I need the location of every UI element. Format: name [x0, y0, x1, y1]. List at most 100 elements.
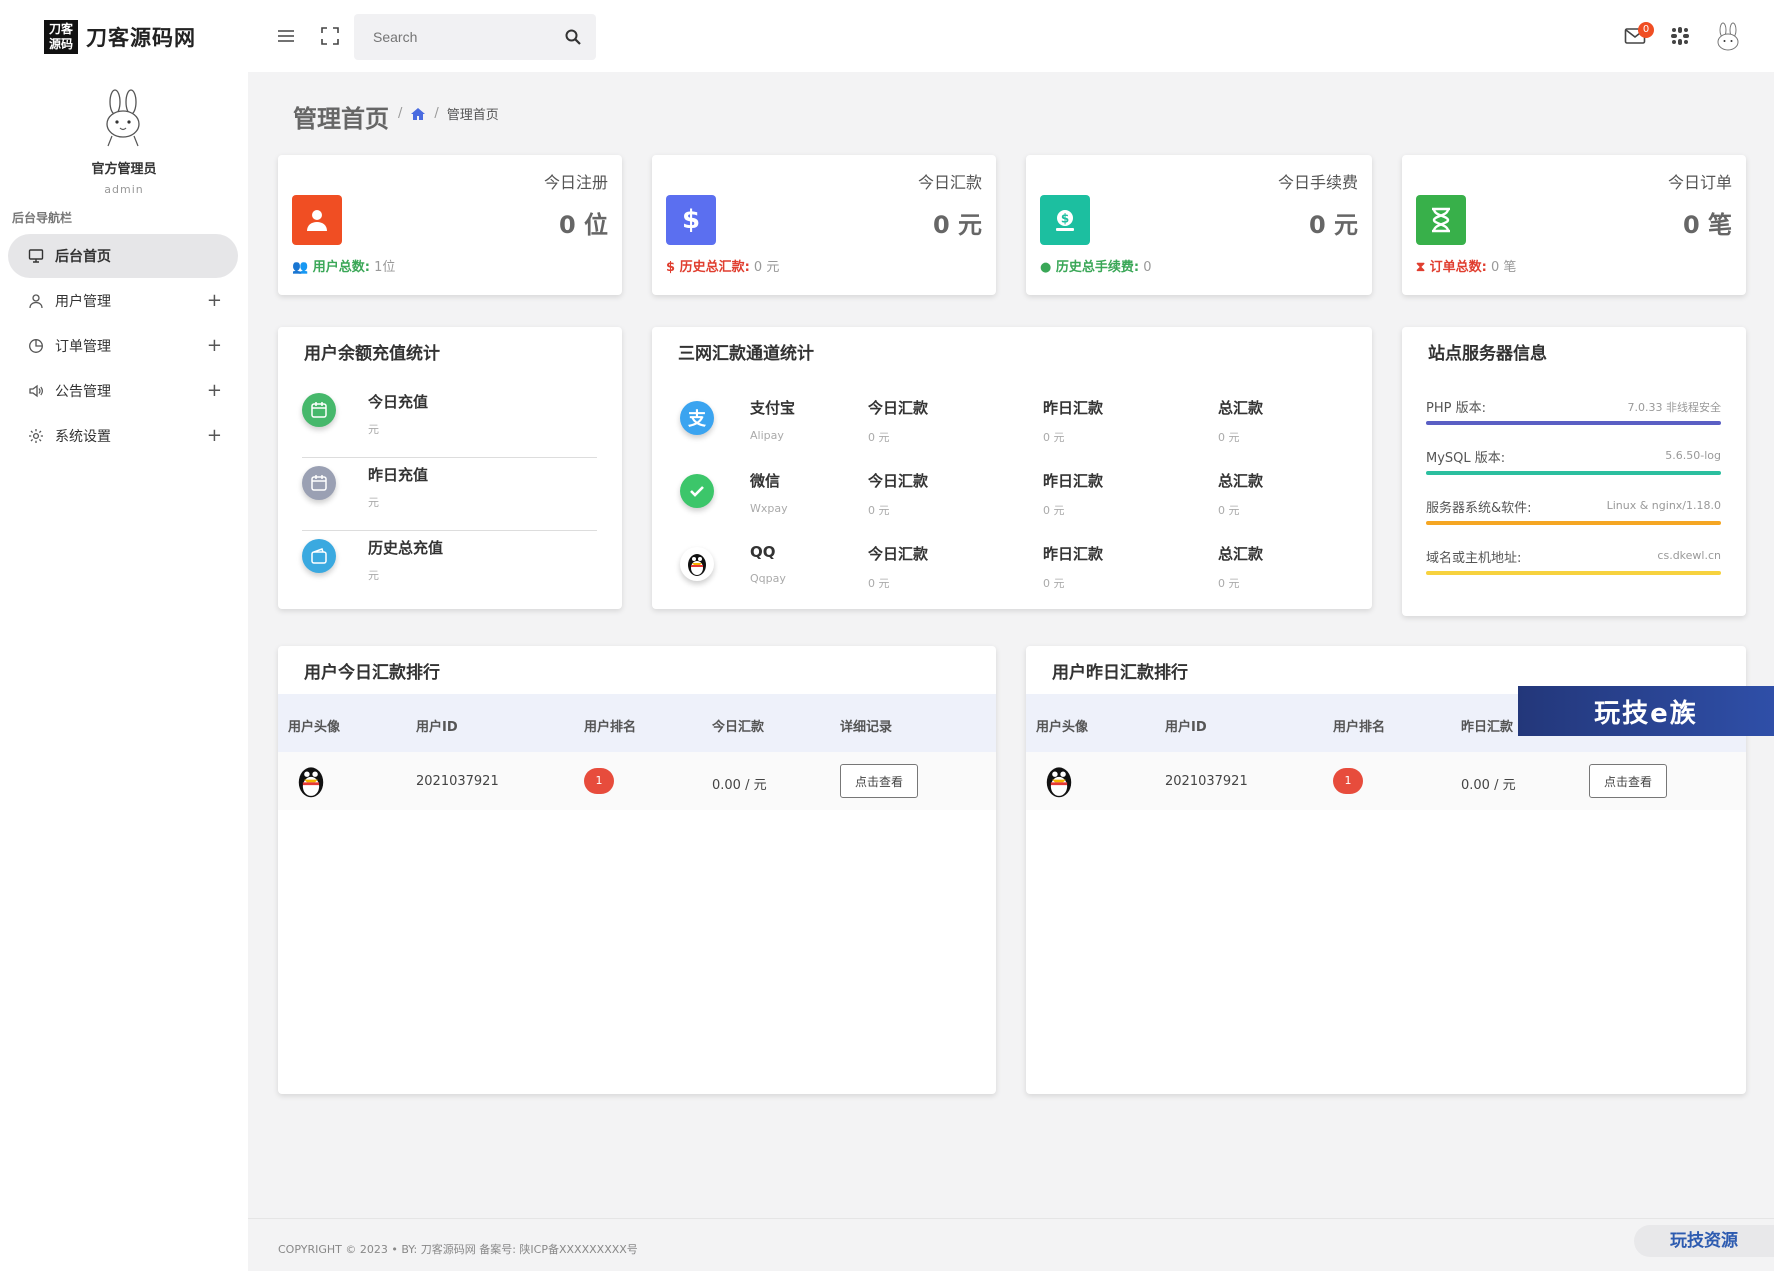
- stat-footer-value: 0: [1143, 260, 1152, 275]
- channel-yesterday-col: 昨日汇款 0 元: [1043, 397, 1103, 445]
- channel-name-col: QQ Qqpay: [750, 543, 786, 585]
- card-title: 三网汇款通道统计: [678, 344, 814, 364]
- rank-badge: 1: [1333, 768, 1363, 794]
- column-header: 用户排名: [584, 720, 637, 735]
- channel-name-col: 微信 Wxpay: [750, 470, 788, 515]
- stat-footer-value: 0 元: [753, 260, 780, 275]
- stat-footer: $ 历史总汇款: 0 元: [666, 256, 779, 275]
- channel-name-col: 支付宝 Alipay: [750, 397, 795, 442]
- server-value: cs.dkewl.cn: [1657, 549, 1721, 562]
- view-details-button[interactable]: 点击查看: [1589, 764, 1667, 798]
- server-row-domain: 域名或主机地址: cs.dkewl.cn: [1426, 547, 1721, 575]
- view-details-button[interactable]: 点击查看: [840, 764, 918, 798]
- apps-icon[interactable]: [1670, 26, 1690, 46]
- expand-icon[interactable]: +: [207, 380, 222, 401]
- expand-icon[interactable]: +: [207, 425, 222, 446]
- table-row: 2021037921 1 0.00 / 元 点击查看: [278, 752, 996, 810]
- channel-today-col: 今日汇款 0 元: [868, 397, 928, 445]
- col-header: 昨日汇款: [1043, 472, 1104, 490]
- logo-mark: 刀客 源码: [44, 20, 78, 54]
- channel-row-wxpay: 微信 Wxpay 今日汇款 0 元 昨日汇款 0 元 总汇款 0 元: [676, 470, 1356, 530]
- sidebar: 刀客 源码 刀客源码网 官方管理员 admin 后台导航栏 后台首页 用户管理 +…: [0, 0, 248, 1271]
- recharge-row: 昨日充值 元: [302, 458, 597, 531]
- server-info-card: 站点服务器信息 PHP 版本: 7.0.33 非线程安全 MySQL 版本: 5…: [1402, 327, 1746, 616]
- brand-logo[interactable]: 刀客 源码 刀客源码网: [44, 20, 196, 54]
- recharge-row: 今日充值 元: [302, 385, 597, 458]
- recharge-stats-card: 用户余额充值统计 今日充值 元 昨日充值 元 历史总充值 元: [278, 327, 622, 609]
- recharge-label: 昨日充值: [368, 466, 429, 484]
- menu-icon[interactable]: [276, 26, 296, 46]
- sidebar-item-users[interactable]: 用户管理 +: [8, 279, 238, 323]
- stat-value: 0 笔: [1682, 211, 1732, 239]
- column-header: 详细记录: [840, 720, 893, 735]
- column-header: 用户ID: [1165, 720, 1207, 735]
- column-header: 昨日汇款: [1461, 720, 1514, 735]
- sidebar-item-orders[interactable]: 订单管理 +: [8, 324, 238, 368]
- sidebar-item-label: 系统设置: [55, 429, 111, 445]
- stat-label: 今日订单: [1667, 173, 1732, 192]
- svg-text:$: $: [1061, 212, 1069, 226]
- col-header: 昨日汇款: [1043, 399, 1104, 417]
- server-bar: [1426, 421, 1721, 425]
- server-bar: [1426, 471, 1721, 475]
- channel-stats-card: 三网汇款通道统计 支 支付宝 Alipay 今日汇款 0 元 昨日汇款 0 元 总汇款…: [652, 327, 1372, 609]
- stat-label: 今日手续费: [1277, 173, 1358, 192]
- search-icon[interactable]: [564, 28, 582, 46]
- users-icon: 👥: [292, 260, 313, 275]
- card-title: 用户今日汇款排行: [304, 663, 440, 683]
- monitor-icon: [27, 247, 45, 265]
- stat-card-fee: 今日手续费 $ 0 元 ● 历史总手续费: 0: [1026, 155, 1372, 295]
- expand-icon[interactable]: +: [207, 335, 222, 356]
- stat-footer-value: 1位: [374, 260, 396, 275]
- mail-count-badge: 0: [1638, 22, 1654, 38]
- server-bar: [1426, 571, 1721, 575]
- channel-code: Alipay: [750, 429, 784, 442]
- card-title: 用户昨日汇款排行: [1052, 663, 1188, 683]
- sidebar-item-settings[interactable]: 系统设置 +: [8, 414, 238, 458]
- channel-code: Qqpay: [750, 572, 786, 585]
- server-row-php: PHP 版本: 7.0.33 非线程安全: [1426, 397, 1721, 425]
- calendar-icon: [302, 466, 336, 500]
- watermark-badge: 玩技资源: [1634, 1225, 1774, 1257]
- speaker-icon: [27, 382, 45, 400]
- col-header: 今日汇款: [868, 472, 929, 490]
- user-id: 2021037921: [416, 774, 499, 789]
- stat-card-register: 今日注册 0 位 👥 用户总数: 1位: [278, 155, 622, 295]
- breadcrumb-current: 管理首页: [446, 108, 499, 123]
- avatar[interactable]: [96, 88, 152, 148]
- col-header: 昨日汇款: [1043, 545, 1104, 563]
- sidebar-item-dashboard[interactable]: 后台首页: [8, 234, 238, 278]
- channel-total-col: 总汇款 0 元: [1218, 470, 1263, 518]
- table-header: 用户头像 用户ID 用户排名 今日汇款 详细记录: [278, 694, 996, 752]
- nav-title: 后台导航栏: [12, 211, 73, 225]
- rank-badge: 1: [584, 768, 614, 794]
- hourglass-icon: [1416, 195, 1466, 245]
- sidebar-item-announcements[interactable]: 公告管理 +: [8, 369, 238, 413]
- stat-footer-label: 用户总数:: [312, 260, 370, 275]
- channel-name: 微信: [750, 472, 781, 490]
- gear-icon: [27, 427, 45, 445]
- expand-icon[interactable]: +: [207, 290, 222, 311]
- stat-footer-value: 0 笔: [1491, 260, 1517, 275]
- server-row-mysql: MySQL 版本: 5.6.50-log: [1426, 447, 1721, 475]
- home-icon[interactable]: [410, 107, 426, 121]
- server-row-os: 服务器系统&软件: Linux & nginx/1.18.0: [1426, 497, 1721, 525]
- hourglass-icon: ⧗: [1416, 260, 1430, 275]
- channel-yesterday-col: 昨日汇款 0 元: [1043, 543, 1103, 591]
- channel-row-qqpay: QQ Qqpay 今日汇款 0 元 昨日汇款 0 元 总汇款 0 元: [676, 543, 1356, 603]
- recharge-value: 元: [368, 496, 379, 509]
- card-title: 用户余额充值统计: [304, 344, 440, 364]
- recharge-value: 元: [368, 569, 379, 582]
- stat-label: 今日汇款: [917, 173, 982, 192]
- stat-footer: ⧗ 订单总数: 0 笔: [1416, 256, 1516, 275]
- wallet-icon: [302, 539, 336, 573]
- user-avatar[interactable]: [1714, 22, 1742, 52]
- sidebar-item-label: 后台首页: [55, 249, 111, 265]
- fullscreen-icon[interactable]: [320, 26, 340, 46]
- channel-yesterday: 0 元: [1043, 504, 1065, 517]
- search-input[interactable]: [354, 14, 544, 60]
- server-value: Linux & nginx/1.18.0: [1606, 499, 1721, 512]
- profile-role: admin: [104, 183, 144, 196]
- channel-yesterday-col: 昨日汇款 0 元: [1043, 470, 1103, 518]
- qq-avatar: [1046, 767, 1072, 798]
